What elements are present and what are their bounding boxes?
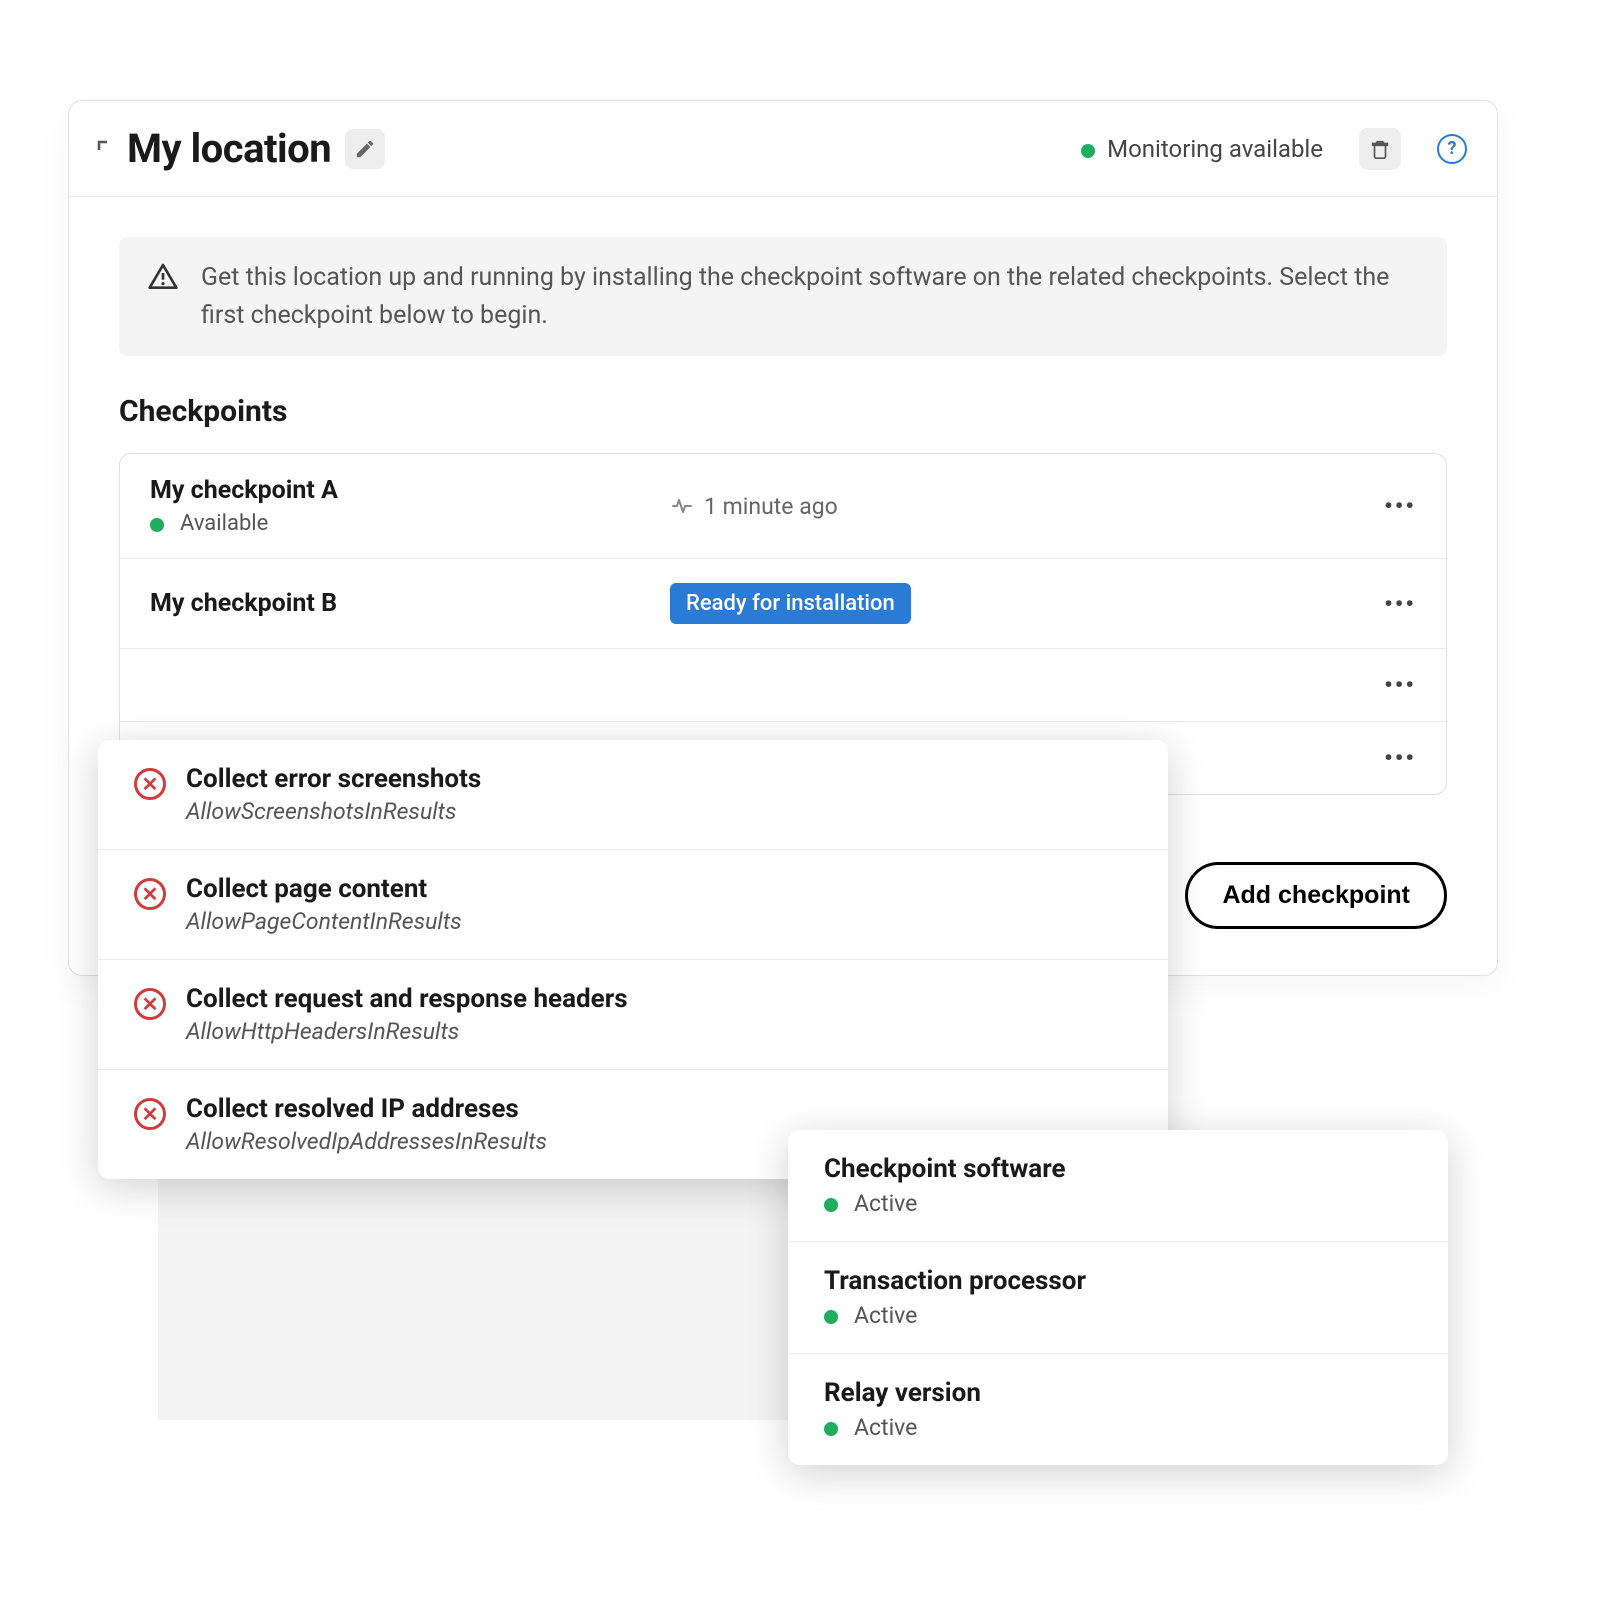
disabled-icon: ✕ xyxy=(134,768,166,800)
status-item: Relay version Active xyxy=(788,1354,1448,1465)
checkpoint-status: Available xyxy=(150,511,670,536)
status-dot-icon xyxy=(824,1198,838,1212)
more-menu-button[interactable]: ••• xyxy=(1384,744,1416,772)
page-title: My location xyxy=(127,125,331,172)
checkpoint-meta: 1 minute ago xyxy=(670,493,1384,520)
collect-item[interactable]: ✕ Collect error screenshots AllowScreens… xyxy=(98,740,1168,850)
status-item-title: Checkpoint software xyxy=(824,1154,1412,1184)
checkpoint-row[interactable]: ••• xyxy=(120,649,1446,722)
disabled-icon: ✕ xyxy=(134,878,166,910)
status-item: Transaction processor Active xyxy=(788,1242,1448,1354)
collect-title: Collect error screenshots xyxy=(186,764,481,794)
checkpoint-row[interactable]: My checkpoint A Available 1 minute ago •… xyxy=(120,454,1446,559)
collect-key: AllowScreenshotsInResults xyxy=(186,798,481,825)
status-label: Monitoring available xyxy=(1107,135,1323,163)
status-item-title: Relay version xyxy=(824,1378,1412,1408)
back-arrow-icon[interactable] xyxy=(93,139,113,159)
card-header: My location Monitoring available ? xyxy=(69,101,1497,197)
delete-button[interactable] xyxy=(1359,128,1401,170)
more-menu-button[interactable]: ••• xyxy=(1384,590,1416,618)
collect-item[interactable]: ✕ Collect page content AllowPageContentI… xyxy=(98,850,1168,960)
warning-icon xyxy=(147,261,179,293)
collect-item[interactable]: ✕ Collect request and response headers A… xyxy=(98,960,1168,1070)
disabled-icon: ✕ xyxy=(134,988,166,1020)
more-menu-button[interactable]: ••• xyxy=(1384,671,1416,699)
banner-text: Get this location up and running by inst… xyxy=(201,259,1419,334)
checkpoints-heading: Checkpoints xyxy=(119,394,1447,429)
collect-title: Collect request and response headers xyxy=(186,984,628,1014)
disabled-icon: ✕ xyxy=(134,1098,166,1130)
collect-title: Collect resolved IP addreses xyxy=(186,1094,547,1124)
status-item-value: Active xyxy=(824,1190,1412,1217)
collect-key: AllowResolvedIpAddressesInResults xyxy=(186,1128,547,1155)
pencil-icon xyxy=(354,138,376,160)
monitoring-status: Monitoring available xyxy=(1081,135,1323,163)
component-status-popup: Checkpoint software Active Transaction p… xyxy=(788,1130,1448,1465)
ready-badge: Ready for installation xyxy=(670,583,911,624)
edit-button[interactable] xyxy=(345,129,385,169)
checkpoint-row[interactable]: My checkpoint B Ready for installation •… xyxy=(120,559,1446,649)
status-item-title: Transaction processor xyxy=(824,1266,1412,1296)
heartbeat-icon xyxy=(670,494,694,518)
status-dot-icon xyxy=(824,1310,838,1324)
status-item: Checkpoint software Active xyxy=(788,1130,1448,1242)
checkpoint-name: My checkpoint B xyxy=(150,589,670,618)
help-button[interactable]: ? xyxy=(1437,134,1467,164)
status-dot-icon xyxy=(150,518,164,532)
add-checkpoint-button[interactable]: Add checkpoint xyxy=(1185,862,1447,929)
trash-icon xyxy=(1369,138,1391,160)
info-banner: Get this location up and running by inst… xyxy=(119,237,1447,356)
checkpoint-meta: Ready for installation xyxy=(670,583,1384,624)
collect-key: AllowPageContentInResults xyxy=(186,908,462,935)
status-item-value: Active xyxy=(824,1302,1412,1329)
collect-title: Collect page content xyxy=(186,874,462,904)
collect-key: AllowHttpHeadersInResults xyxy=(186,1018,628,1045)
status-item-value: Active xyxy=(824,1414,1412,1441)
status-dot-icon xyxy=(824,1422,838,1436)
data-collection-popup: ✕ Collect error screenshots AllowScreens… xyxy=(98,740,1168,1179)
more-menu-button[interactable]: ••• xyxy=(1384,492,1416,520)
checkpoint-name: My checkpoint A xyxy=(150,476,670,505)
status-dot-icon xyxy=(1081,144,1095,158)
